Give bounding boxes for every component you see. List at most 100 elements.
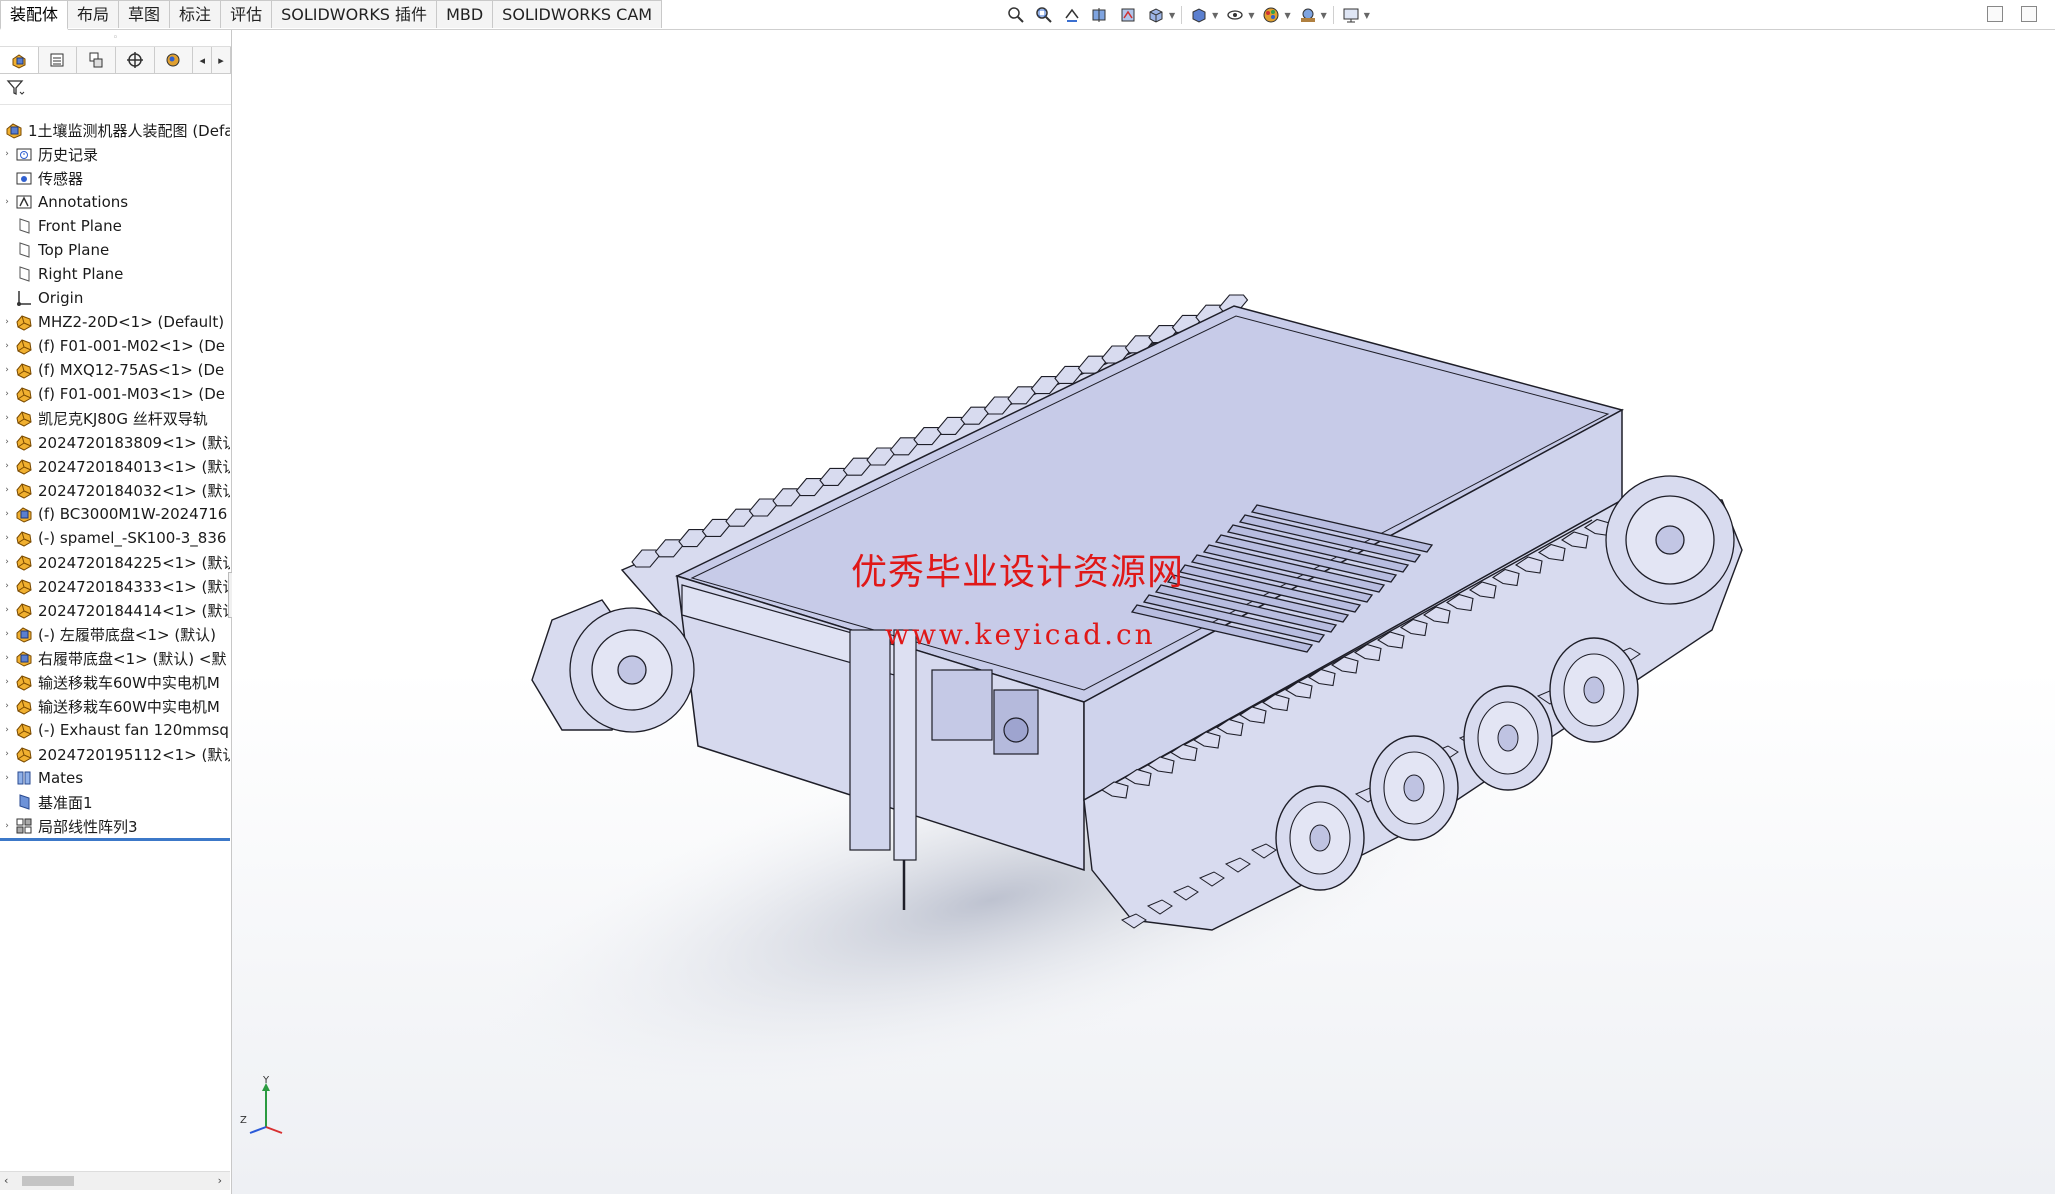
expand-arrow-icon[interactable]: › [0,317,14,327]
maximize-view-icon[interactable] [2021,6,2037,22]
restore-view-icon[interactable] [1987,6,2003,22]
tabs-scroll-right-icon[interactable]: ▸ [212,47,231,73]
expand-arrow-icon[interactable]: › [0,653,14,663]
zoom-to-fit-icon[interactable] [1005,5,1027,25]
tree-item[interactable]: › (f) F01-001-M02<1> (De [0,334,230,358]
tree-item[interactable]: Top Plane [0,238,230,262]
tab-6[interactable]: MBD [436,0,494,28]
previous-view-icon[interactable] [1061,5,1083,25]
expand-arrow-icon[interactable]: › [0,557,14,567]
zoom-area-icon[interactable] [1033,5,1055,25]
scrollbar-thumb[interactable] [22,1176,74,1186]
scroll-left-icon[interactable]: ‹ [4,1172,8,1190]
tree-item[interactable]: › (f) MXQ12-75AS<1> (De [0,358,230,382]
propertymanager-tab-icon[interactable] [39,47,78,73]
scroll-right-icon[interactable]: › [218,1172,222,1190]
expand-arrow-icon[interactable]: › [0,389,14,399]
tree-item[interactable]: › 历史记录 [0,142,230,166]
expand-arrow-icon[interactable]: › [0,461,14,471]
expand-arrow-icon[interactable]: › [0,677,14,687]
expand-arrow-icon[interactable]: › [0,773,14,783]
expand-arrow-icon[interactable]: › [0,413,14,423]
tree-item[interactable]: › 输送移栽车60W中实电机M [0,694,230,718]
tree-item[interactable]: › 局部线性阵列3 [0,814,230,838]
tree-item[interactable]: › (-) 左履带底盘<1> (默认) [0,622,230,646]
expand-arrow-icon[interactable]: › [0,509,14,519]
tree-horizontal-scrollbar[interactable]: ‹ › [0,1171,230,1190]
expand-arrow-icon[interactable]: › [0,701,14,711]
expand-arrow-icon[interactable]: › [0,149,14,159]
tree-item[interactable]: › 2024720184032<1> (默认 [0,478,230,502]
tree-item[interactable]: › Mates [0,766,230,790]
expand-arrow-icon[interactable]: › [0,485,14,495]
tree-item[interactable]: › 输送移栽车60W中实电机M [0,670,230,694]
expand-arrow-icon[interactable]: › [0,725,14,735]
hide-show-dropdown-icon[interactable]: ▼ [1248,11,1254,20]
tab-5[interactable]: SOLIDWORKS 插件 [271,0,438,28]
tree-item-label: 传感器 [38,169,84,188]
tree-item[interactable]: › 2024720184414<1> (默认 [0,598,230,622]
tab-7[interactable]: SOLIDWORKS CAM [492,0,663,28]
display-style-dropdown-icon[interactable]: ▼ [1212,11,1218,20]
assembly-model[interactable] [232,30,2055,1194]
graphics-area[interactable]: 优秀毕业设计资源网 www.keyicad.cn Y Z [232,30,2055,1194]
tree-item[interactable]: › Annotations [0,190,230,214]
dynamic-annotation-icon[interactable] [1117,5,1139,25]
tree-item[interactable]: › (f) F01-001-M03<1> (De [0,382,230,406]
tab-0[interactable]: 装配体 [0,0,69,30]
edit-appearance-dropdown-icon[interactable]: ▼ [1284,11,1290,20]
expand-arrow-icon[interactable]: › [0,533,14,543]
tree-item[interactable]: 传感器 [0,166,230,190]
annotations-icon [14,193,34,211]
tree-item-label: (f) MXQ12-75AS<1> (De [38,361,225,379]
tree-item[interactable]: 基准面1 [0,790,230,814]
filter-icon[interactable] [6,78,26,100]
tree-item[interactable]: › 2024720183809<1> (默认 [0,430,230,454]
featuremanager-tab-icon[interactable] [0,47,39,73]
tree-item[interactable]: › 凯尼克KJ80G 丝杆双导轨 [0,406,230,430]
expand-arrow-icon[interactable]: › [0,365,14,375]
expand-arrow-icon[interactable]: › [0,341,14,351]
view-settings-icon[interactable] [1340,5,1362,25]
part-icon [14,313,34,331]
tabs-scroll-left-icon[interactable]: ◂ [193,47,213,73]
tab-2[interactable]: 草图 [118,0,171,28]
tree-item[interactable]: Front Plane [0,214,230,238]
expand-arrow-icon[interactable]: › [0,437,14,447]
view-orientation-icon[interactable] [1145,5,1167,25]
view-orientation-dropdown-icon[interactable]: ▼ [1169,11,1175,20]
apply-scene-icon[interactable] [1297,5,1319,25]
configurationmanager-tab-icon[interactable] [77,47,116,73]
dimxpert-tab-icon[interactable] [116,47,155,73]
tree-root-item[interactable]: 1土壤监测机器人装配图 (Defa [0,118,230,142]
tree-item[interactable]: Origin [0,286,230,310]
expand-arrow-icon[interactable]: › [0,605,14,615]
tree-item[interactable]: › (f) BC3000M1W-2024716 [0,502,230,526]
display-style-icon[interactable] [1188,5,1210,25]
edit-appearance-icon[interactable] [1260,5,1282,25]
tab-1[interactable]: 布局 [67,0,120,28]
expand-arrow-icon[interactable]: › [0,197,14,207]
expand-arrow-icon[interactable]: › [0,581,14,591]
view-settings-dropdown-icon[interactable]: ▼ [1364,11,1370,20]
tree-item[interactable]: › (-) spamel_-SK100-3_836 [0,526,230,550]
tree-item[interactable]: › MHZ2-20D<1> (Default) [0,310,230,334]
tree-item[interactable]: Right Plane [0,262,230,286]
display-manager-tab-icon[interactable] [155,47,194,73]
section-view-icon[interactable] [1089,5,1111,25]
expand-arrow-icon[interactable]: › [0,629,14,639]
rollback-bar[interactable] [0,838,230,841]
apply-scene-dropdown-icon[interactable]: ▼ [1321,11,1327,20]
tab-3[interactable]: 标注 [169,0,222,28]
tab-4[interactable]: 评估 [220,0,273,28]
tree-item[interactable]: › 2024720184333<1> (默认 [0,574,230,598]
expand-arrow-icon[interactable]: › [0,749,14,759]
expand-arrow-icon[interactable]: › [0,821,14,831]
tree-item[interactable]: › (-) Exhaust fan 120mmsq [0,718,230,742]
tree-item[interactable]: › 2024720184225<1> (默认 [0,550,230,574]
tree-item[interactable]: › 2024720195112<1> (默认 [0,742,230,766]
panel-grip[interactable]: ◦ [0,30,231,47]
tree-item[interactable]: › 右履带底盘<1> (默认) <默 [0,646,230,670]
tree-item[interactable]: › 2024720184013<1> (默认 [0,454,230,478]
hide-show-icon[interactable] [1224,5,1246,25]
